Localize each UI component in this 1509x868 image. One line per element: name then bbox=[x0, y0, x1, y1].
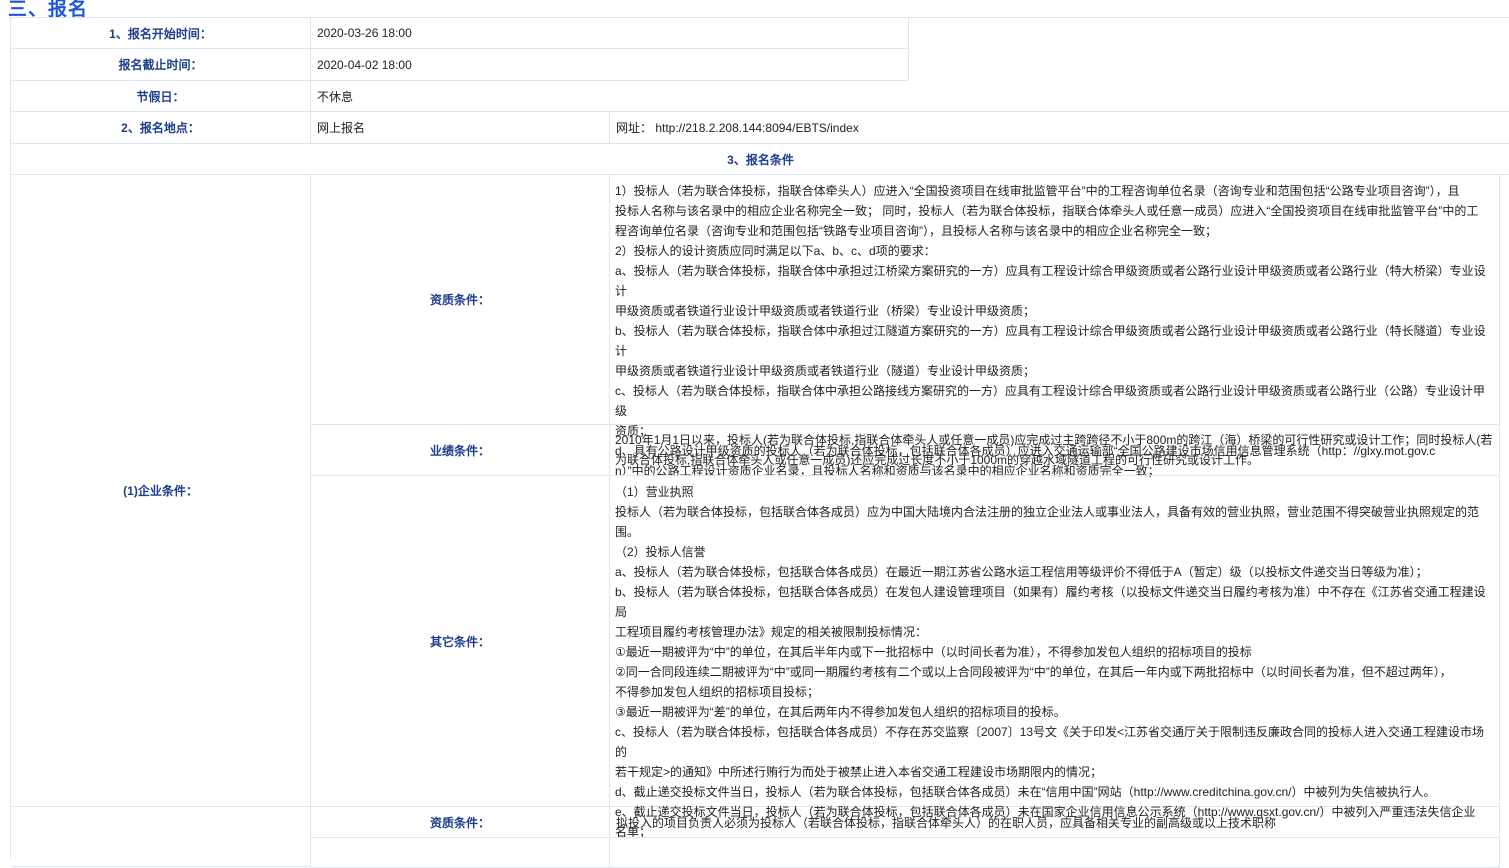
qualification-line: 1）投标人（若为联合体投标，指联合体牵头人）应进入“全国投资项目在线审批监管平台… bbox=[615, 184, 1460, 198]
end-time-value: 2020-04-02 18:00 bbox=[311, 49, 909, 81]
personnel-next-text bbox=[610, 838, 1500, 868]
other-line: 围。 bbox=[615, 525, 640, 539]
end-time-label: 报名截止时间： bbox=[11, 49, 311, 81]
location-value: 网上报名 bbox=[311, 112, 610, 144]
qualification-line: 程咨询单位名录（咨询专业和范围包括“铁路专业项目咨询”），且投标人名称与该名录中… bbox=[615, 224, 1217, 238]
other-conditions-text: （1）营业执照 投标人（若为联合体投标，包括联合体各成员）应为中国大陆境内合法注… bbox=[610, 476, 1500, 839]
location-label: 2、报名地点： bbox=[11, 112, 311, 144]
holiday-value: 不休息 bbox=[311, 81, 1509, 112]
qualification-line: 甲级资质或者铁道行业设计甲级资质或者铁道行业（桥梁）专业设计甲级资质； bbox=[615, 304, 1036, 318]
personnel-conditions-label bbox=[11, 807, 311, 867]
other-line: 投标人（若为联合体投标，包括联合体各成员）应为中国大陆境内合法注册的独立企业法人… bbox=[615, 505, 1480, 519]
performance-line: 2010年1月1日以来，投标人(若为联合体投标,指联合体牵头人或任意一成员)应完… bbox=[615, 433, 1493, 447]
other-line: ③最近一期被评为“差”的单位，在其后两年内不得参加发包人组织的招标项目的投标。 bbox=[615, 705, 1066, 719]
holiday-label: 节假日： bbox=[11, 81, 311, 112]
performance-line: 为联合体投标,指联合体牵头人或任意一成员)还应完成过长度不小于1000m的穿越水… bbox=[615, 453, 1260, 467]
other-line: （2）投标人信誉 bbox=[615, 545, 706, 559]
personnel-qualification-text: 拟投入的项目负责人必须为投标人（若联合体投标，指联合体牵头人）的在职人员，应具备… bbox=[610, 807, 1500, 838]
other-line: c、投标人（若为联合体投标，包括联合体各成员）不存在苏交监察〔2007〕13号文… bbox=[615, 725, 1485, 759]
other-conditions-label: 其它条件： bbox=[311, 476, 610, 807]
personnel-next-label bbox=[311, 838, 610, 868]
registration-table: 1、报名开始时间： 2020-03-26 18:00 报名截止时间： 2020-… bbox=[10, 17, 1509, 868]
other-line: 若干规定>的通知》中所述行贿行为而处于被禁止进入本省交通工程建设市场期限内的情况… bbox=[615, 765, 1103, 779]
other-line: d、截止递交投标文件当日，投标人（若为联合体投标，包括联合体各成员）未在“信用中… bbox=[615, 785, 1436, 799]
qualification-line: c、投标人（若为联合体投标，指联合体中承担公路接线方案研究的一方）应具有工程设计… bbox=[615, 384, 1486, 418]
qualification-line: 甲级资质或者铁道行业设计甲级资质或者铁道行业（隧道）专业设计甲级资质； bbox=[615, 364, 1036, 378]
qualification-line: 投标人名称与该名录中的相应企业名称完全一致； 同时，投标人（若为联合体投标，指联… bbox=[615, 204, 1479, 218]
other-line: （1）营业执照 bbox=[615, 485, 694, 499]
other-line: ①最近一期被评为“中”的单位，在其后半年内或下一批招标中（以时间长者为准），不得… bbox=[615, 645, 1252, 659]
website-url[interactable]: 网址： http://218.2.208.144:8094/EBTS/index bbox=[610, 112, 1509, 144]
other-line: a、投标人（若为联合体投标，包括联合体各成员）在最近一期江苏省公路水运工程信用等… bbox=[615, 565, 1428, 579]
qualification-label: 资质条件： bbox=[311, 175, 610, 425]
personnel-qualification-label: 资质条件： bbox=[311, 807, 610, 838]
start-time-value: 2020-03-26 18:00 bbox=[311, 18, 909, 49]
performance-text: 2010年1月1日以来，投标人(若为联合体投标,指联合体牵头人或任意一成员)应完… bbox=[610, 425, 1500, 476]
enterprise-conditions-label: (1)企业条件： bbox=[11, 175, 311, 807]
other-line: ②同一合同段连续二期被评为“中”或同一期履约考核有二个或以上合同段被评为“中”的… bbox=[615, 665, 1452, 679]
other-line: 工程项目履约考核管理办法》规定的相关被限制投标情况： bbox=[615, 625, 928, 639]
performance-label: 业绩条件： bbox=[311, 425, 610, 476]
qualification-line: 2）投标人的设计资质应同时满足以下a、b、c、d项的要求： bbox=[615, 244, 936, 258]
qualification-line: a、投标人（若为联合体投标，指联合体中承担过江桥梁方案研究的一方）应具有工程设计… bbox=[615, 264, 1486, 298]
qualification-line: b、投标人（若为联合体投标，指联合体中承担过江隧道方案研究的一方）应具有工程设计… bbox=[615, 324, 1486, 358]
start-time-label: 1、报名开始时间： bbox=[11, 18, 311, 49]
qualification-text: 1）投标人（若为联合体投标，指联合体牵头人）应进入“全国投资项目在线审批监管平台… bbox=[610, 175, 1500, 478]
conditions-header: 3、报名条件 bbox=[11, 144, 1509, 175]
other-line: b、投标人（若为联合体投标，包括联合体各成员）在发包人建设管理项目（如果有）履约… bbox=[615, 585, 1486, 619]
other-line: 不得参加发包人组织的招标项目投标； bbox=[615, 685, 820, 699]
